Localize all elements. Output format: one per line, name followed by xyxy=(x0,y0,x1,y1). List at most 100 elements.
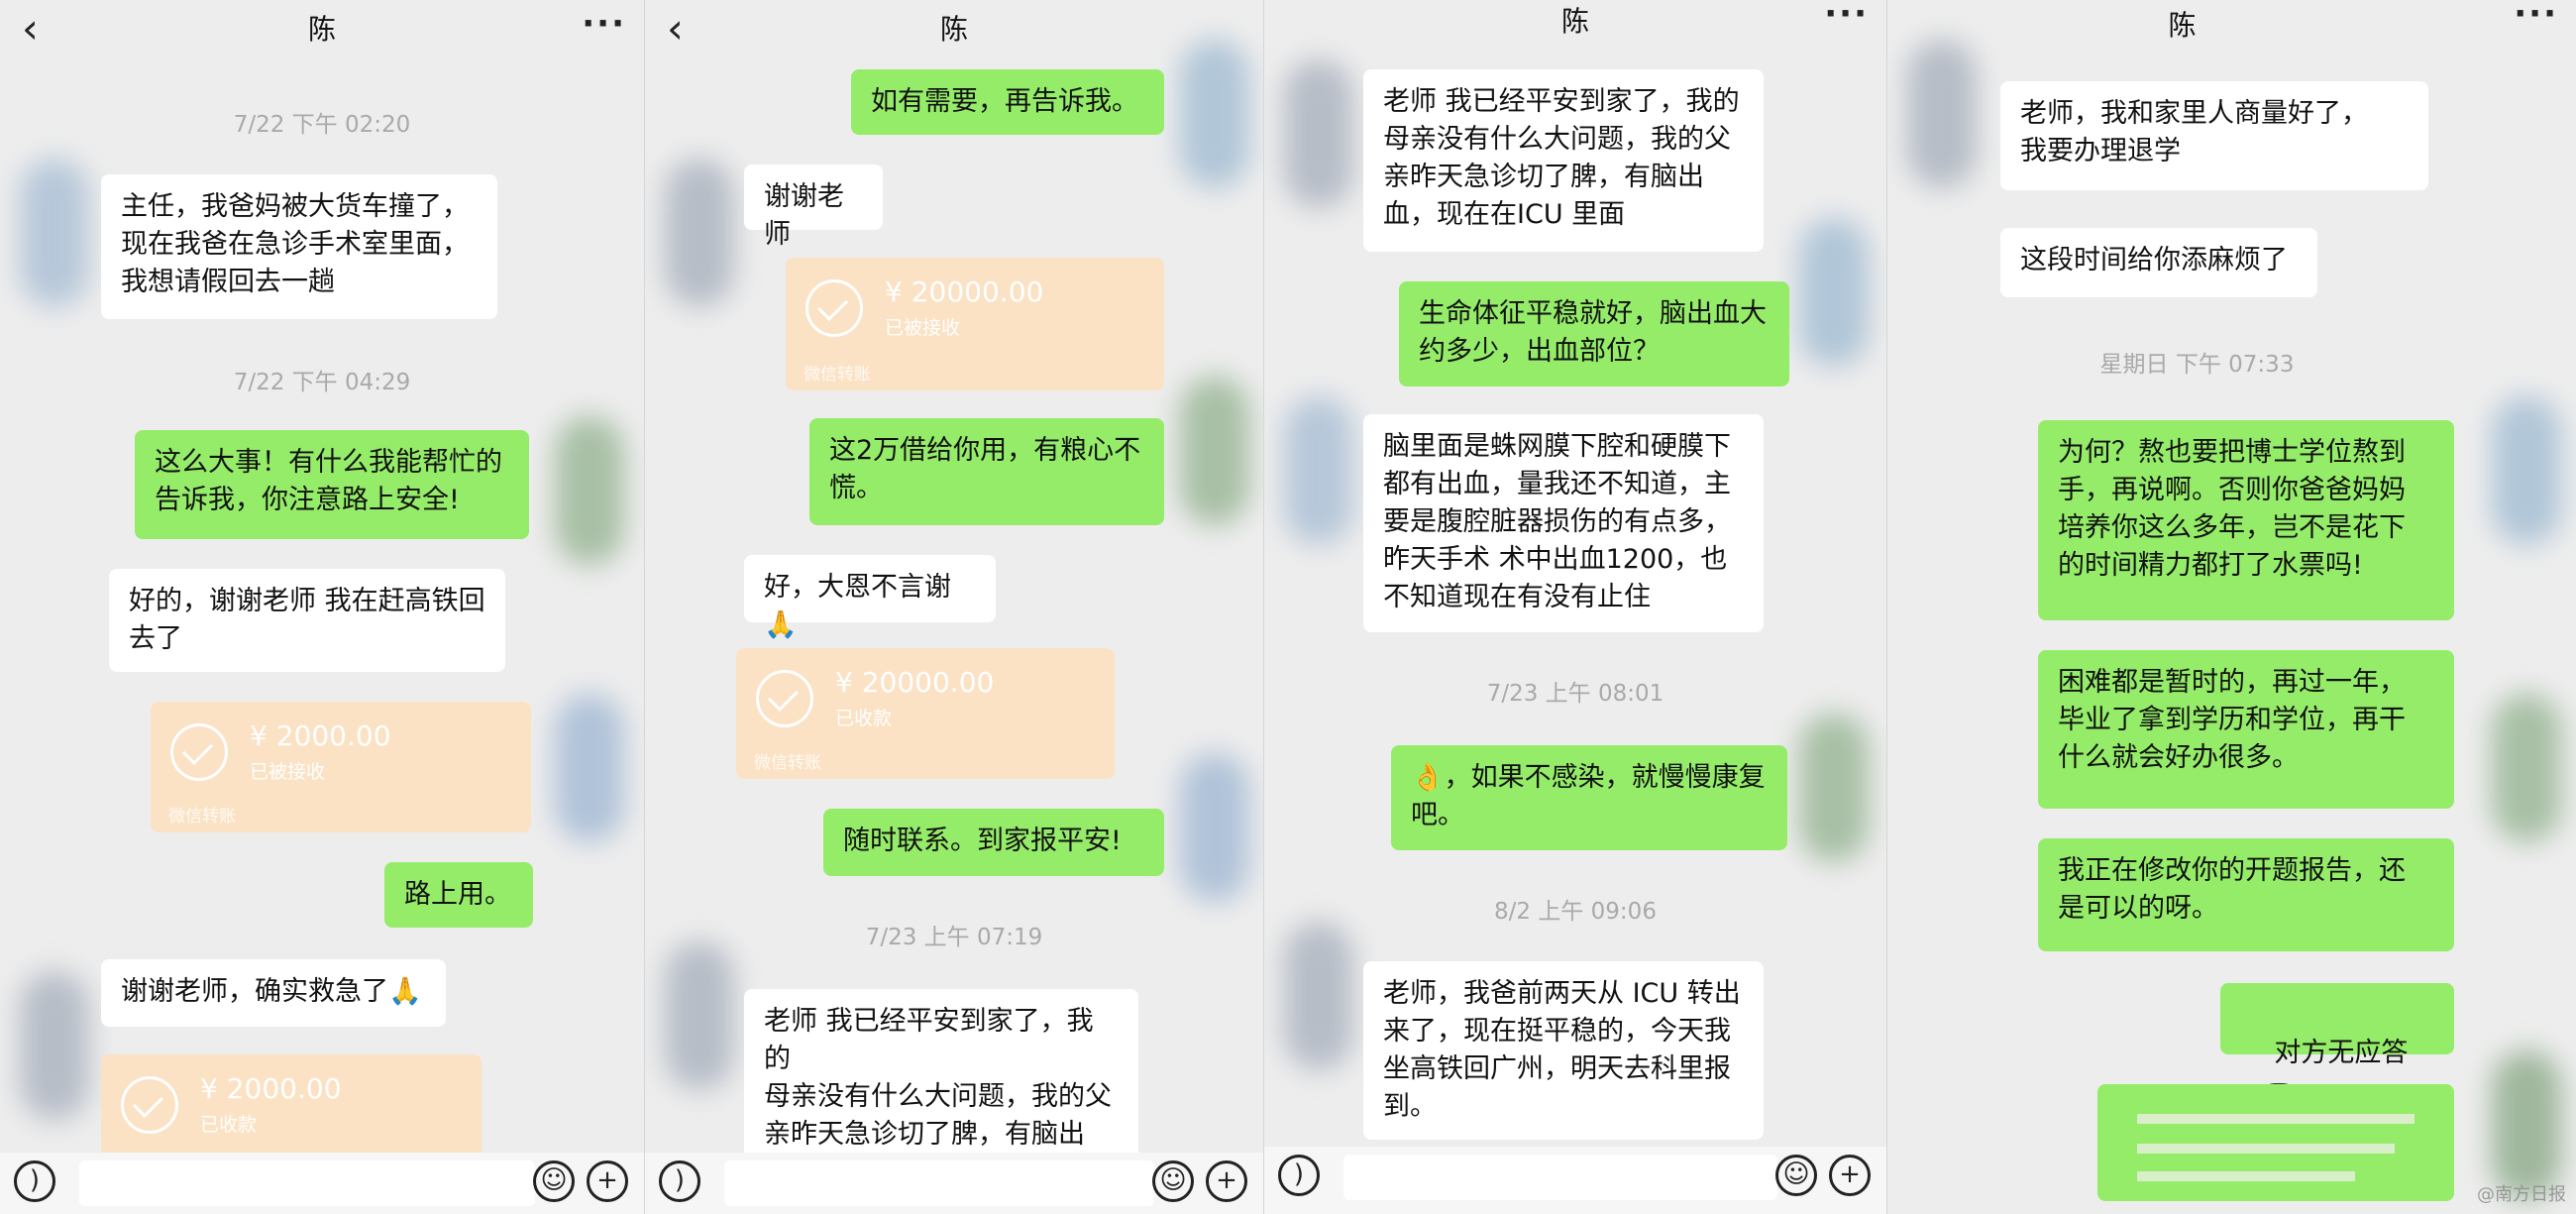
chat-panel-2: ‹ 陈 如有需要，再告诉我。 谢谢老师 ¥ 20000.00 已被接收 微信转账… xyxy=(645,0,1263,1214)
chat-header: ‹ 陈 xyxy=(645,0,1263,61)
call-status-bubble: 对方无应答 xyxy=(2220,983,2454,1100)
check-circle-icon xyxy=(756,670,813,727)
emoji-icon[interactable]: ☺ xyxy=(533,1160,575,1202)
transfer-amount: ¥ 2000.00 xyxy=(200,1072,342,1105)
avatar xyxy=(20,971,89,1120)
chat-header: 陈 ··· xyxy=(1887,0,2576,61)
transfer-amount: ¥ 2000.00 xyxy=(250,719,391,752)
transfer-footer: 微信转账 xyxy=(168,807,236,827)
voice-icon[interactable]: ) xyxy=(1278,1155,1320,1196)
chat-title: 陈 xyxy=(1560,5,1589,38)
transfer-card[interactable]: ¥ 2000.00 已被接收 微信转账 xyxy=(151,702,531,832)
avatar xyxy=(1180,377,1249,525)
message-bubble-outgoing: 困难都是暂时的，再过一年， 毕业了拿到学历和学位，再干 什么就会好办很多。 xyxy=(2038,650,2454,809)
redacted-line xyxy=(2137,1114,2415,1124)
message-bubble-incoming: 老师，我爸前两天从 ICU 转出 来了，现在挺平稳的，今天我 坐高铁回广州，明天… xyxy=(1363,961,1764,1140)
avatar xyxy=(1799,714,1869,862)
timestamp: 8/2 上午 09:06 xyxy=(1494,899,1657,925)
voice-icon[interactable]: ) xyxy=(14,1160,55,1202)
avatar xyxy=(1799,218,1869,367)
transfer-card[interactable]: ¥ 20000.00 已被接收 微信转账 xyxy=(786,258,1164,390)
chat-panel-1: ‹ 陈 ··· 7/22 下午 02:20 主任，我爸妈被大货车撞了， 现在我爸… xyxy=(0,0,644,1214)
input-bar: ) ☺ + xyxy=(0,1153,644,1214)
emoji-icon[interactable]: ☺ xyxy=(1152,1160,1194,1202)
timestamp: 7/22 下午 04:29 xyxy=(233,370,411,395)
message-bubble-incoming: 这段时间给你添麻烦了 xyxy=(2000,228,2317,297)
add-icon[interactable]: + xyxy=(1829,1155,1871,1196)
message-bubble-outgoing: 为何？熬也要把博士学位熬到 手，再说啊。否则你爸爸妈妈 培养你这么多年，岂不是花… xyxy=(2038,420,2454,620)
check-circle-icon xyxy=(805,279,863,337)
chat-panel-3: 陈 ··· 老师 我已经平安到家了，我的 母亲没有什么大问题，我的父 亲昨天急诊… xyxy=(1264,0,1886,1214)
redacted-line xyxy=(2137,1171,2355,1181)
message-bubble-incoming: 老师 我已经平安到家了，我的 母亲没有什么大问题，我的父 亲昨天急诊切了脾，有脑… xyxy=(744,989,1138,1187)
message-bubble-outgoing: 如有需要，再告诉我。 xyxy=(851,69,1164,135)
message-bubble-incoming: 老师，我和家里人商量好了， 我要办理退学 xyxy=(2000,81,2428,190)
avatar xyxy=(1907,40,1977,188)
message-bubble-incoming: 好的，谢谢老师 我在赶高铁回 去了 xyxy=(109,569,505,672)
timestamp: 星期日 下午 07:33 xyxy=(2099,352,2295,378)
more-icon[interactable]: ··· xyxy=(1824,0,1869,34)
avatar xyxy=(1180,753,1249,902)
transfer-footer: 微信转账 xyxy=(754,753,821,773)
message-bubble-incoming: 谢谢老师 xyxy=(744,165,883,250)
message-input[interactable] xyxy=(724,1160,1154,1206)
transfer-footer: 微信转账 xyxy=(804,365,871,385)
avatar xyxy=(1284,922,1353,1070)
message-bubble-incoming: 谢谢老师，确实救急了🙏 xyxy=(101,959,446,1027)
avatar xyxy=(555,694,624,842)
more-icon[interactable]: ··· xyxy=(582,4,626,44)
timestamp: 7/23 上午 08:01 xyxy=(1486,681,1664,707)
chat-title: 陈 xyxy=(2168,9,2197,42)
avatar xyxy=(665,159,734,307)
avatar xyxy=(1180,40,1249,188)
message-bubble-outgoing: 👌，如果不感染，就慢慢康复 吧。 xyxy=(1391,745,1787,850)
chat-title: 陈 xyxy=(307,13,336,46)
watermark: @南方日报 xyxy=(2477,1184,2566,1205)
blurred-message-bubble xyxy=(2097,1084,2454,1201)
message-bubble-incoming: 老师 我已经平安到家了，我的 母亲没有什么大问题，我的父 亲昨天急诊切了脾，有脑… xyxy=(1363,69,1764,252)
message-bubble-outgoing: 路上用。 xyxy=(384,862,533,928)
check-circle-icon xyxy=(170,723,228,781)
message-bubble-outgoing: 生命体征平稳就好，脑出血大 约多少，出血部位？ xyxy=(1399,281,1789,386)
message-input[interactable] xyxy=(79,1160,535,1206)
transfer-amount: ¥ 20000.00 xyxy=(835,666,995,699)
chat-panel-4: 陈 ··· 老师，我和家里人商量好了， 我要办理退学 这段时间给你添麻烦了 星期… xyxy=(1887,0,2576,1214)
avatar xyxy=(1284,59,1353,208)
timestamp: 7/23 上午 07:19 xyxy=(865,925,1043,950)
transfer-status: 已收款 xyxy=(835,708,893,729)
input-bar: ) ☺ + xyxy=(645,1153,1263,1214)
avatar xyxy=(2492,1050,2561,1199)
input-bar: ) ☺ + xyxy=(1264,1147,1886,1214)
avatar xyxy=(20,159,89,307)
message-bubble-incoming: 主任，我爸妈被大货车撞了， 现在我爸在急诊手术室里面， 我想请假回去一趟 xyxy=(101,174,497,319)
message-bubble-incoming: 脑里面是蛛网膜下腔和硬膜下 都有出血，量我还不知道，主 要是腹腔脏器损伤的有点多… xyxy=(1363,414,1764,632)
message-bubble-outgoing: 这2万借给你用，有粮心不 慌。 xyxy=(809,418,1164,525)
add-icon[interactable]: + xyxy=(587,1160,628,1202)
emoji-icon[interactable]: ☺ xyxy=(1775,1155,1817,1196)
redacted-line xyxy=(2137,1144,2395,1154)
avatar xyxy=(555,416,624,565)
avatar xyxy=(2492,396,2561,545)
chat-header: 陈 ··· xyxy=(1264,0,1886,61)
message-input[interactable] xyxy=(1343,1155,1777,1200)
avatar xyxy=(1284,396,1353,545)
chat-header: ‹ 陈 ··· xyxy=(0,0,644,61)
more-icon[interactable]: ··· xyxy=(2514,0,2558,34)
transfer-status: 已被接收 xyxy=(885,317,961,339)
call-status-label: 对方无应答 xyxy=(2274,1038,2409,1068)
transfer-status: 已收款 xyxy=(200,1114,258,1136)
voice-icon[interactable]: ) xyxy=(659,1160,700,1202)
message-bubble-outgoing: 这么大事！有什么我能帮忙的 告诉我，你注意路上安全! xyxy=(135,430,529,539)
timestamp: 7/22 下午 02:20 xyxy=(233,112,411,138)
message-bubble-incoming: 好，大恩不言谢🙏 xyxy=(744,555,996,640)
transfer-card[interactable]: ¥ 20000.00 已收款 微信转账 xyxy=(736,648,1115,779)
check-circle-icon xyxy=(121,1076,178,1134)
avatar xyxy=(2492,694,2561,842)
transfer-amount: ¥ 20000.00 xyxy=(885,276,1044,308)
add-icon[interactable]: + xyxy=(1206,1160,1247,1202)
chat-title: 陈 xyxy=(939,13,968,46)
message-bubble-outgoing: 随时联系。到家报平安! xyxy=(823,809,1164,876)
message-bubble-outgoing: 我正在修改你的开题报告，还 是可以的呀。 xyxy=(2038,838,2454,951)
transfer-status: 已被接收 xyxy=(250,761,326,783)
avatar xyxy=(665,941,734,1090)
